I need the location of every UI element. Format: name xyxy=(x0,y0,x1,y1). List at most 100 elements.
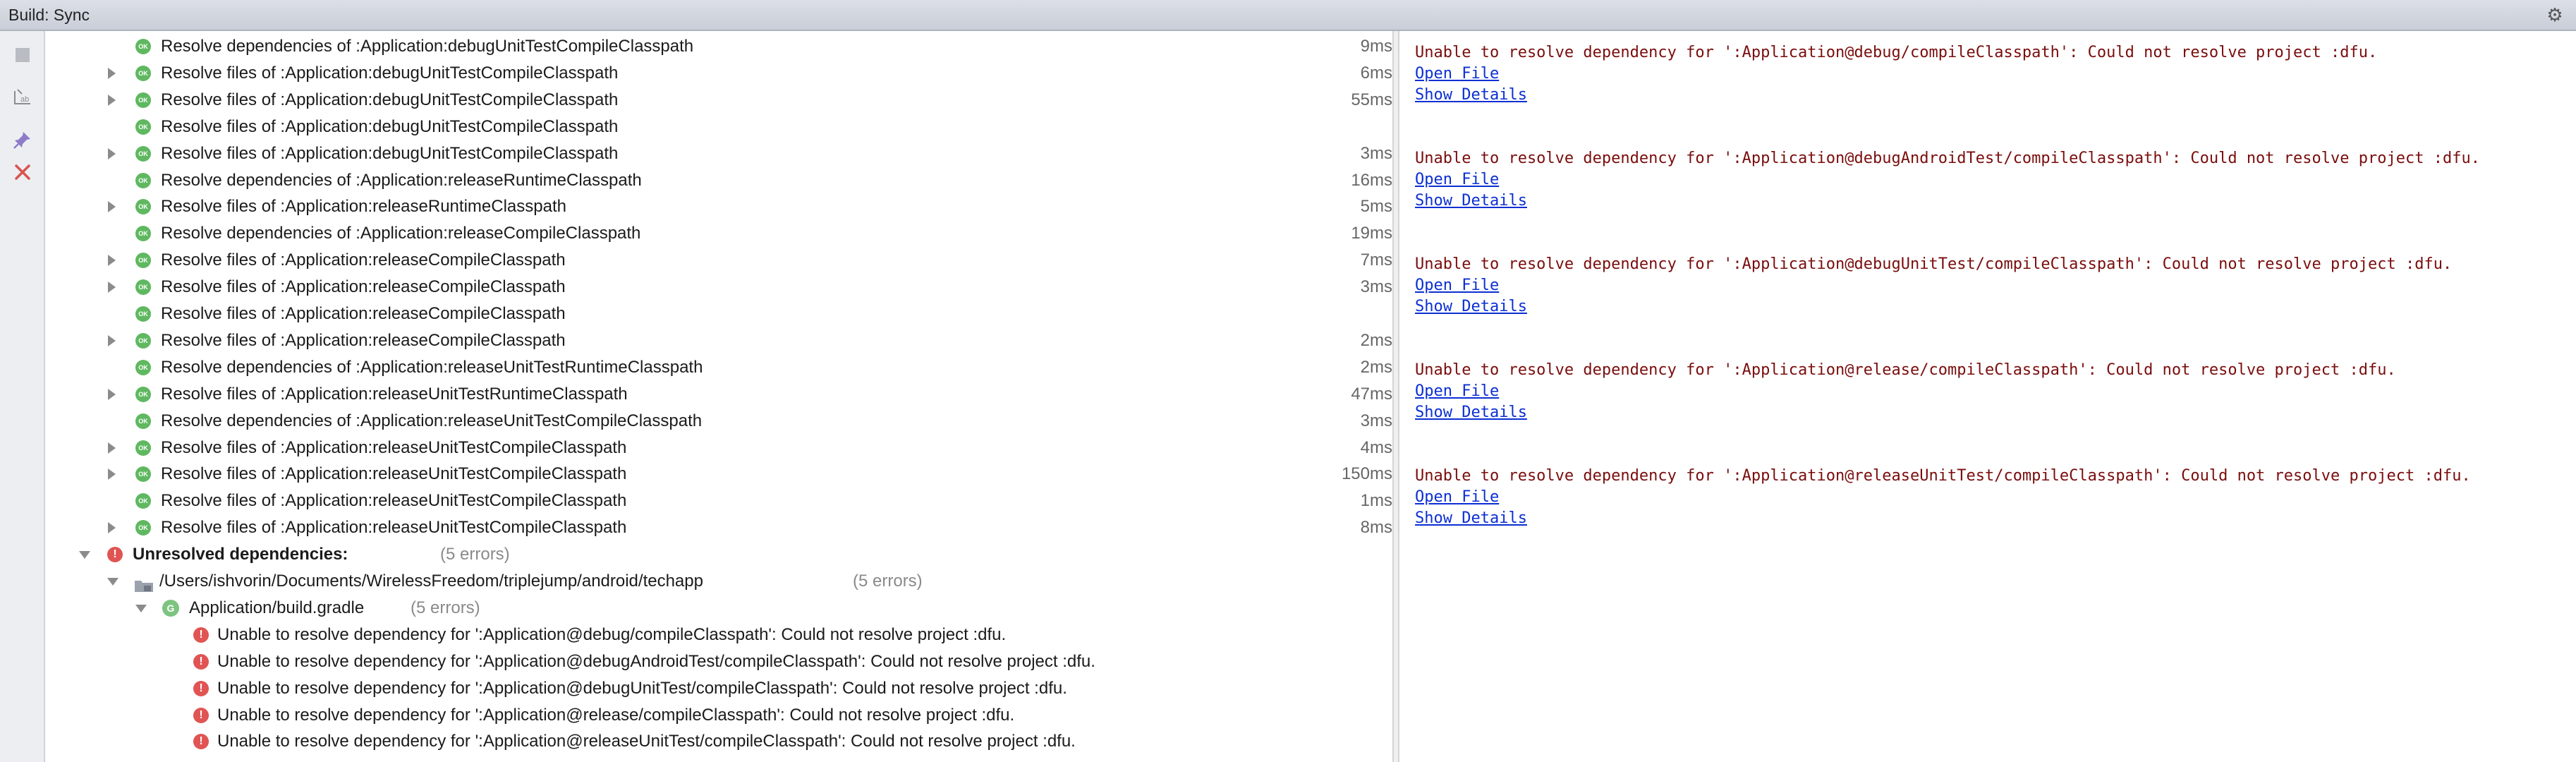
tree-row[interactable]: OK Resolve files of :Application:releaseC… xyxy=(45,301,1392,327)
expand-arrow-icon[interactable] xyxy=(108,201,116,213)
task-label: Resolve dependencies of :Application:rel… xyxy=(161,170,642,190)
tree-row[interactable]: OK Resolve files of :Application:releaseU… xyxy=(45,461,1392,488)
close-icon[interactable] xyxy=(8,158,37,186)
project-node[interactable]: /Users/ishvorin/Documents/WirelessFreedo… xyxy=(45,568,1392,595)
success-icon: OK xyxy=(135,466,151,483)
error-row[interactable]: ! Unable to resolve dependency for ':Appl… xyxy=(45,728,1392,755)
show-details-link[interactable]: Show Details xyxy=(1415,86,1527,104)
tree-row[interactable]: OK Resolve files of :Application:debugUni… xyxy=(45,87,1392,114)
show-details-line: Show Details xyxy=(1415,190,2572,212)
error-icon: ! xyxy=(193,680,209,696)
duration-label: 16ms xyxy=(1351,170,1392,190)
console-error-text: Unable to resolve dependency for ':Appli… xyxy=(1415,467,2471,485)
error-row[interactable]: ! Unable to resolve dependency for ':Appl… xyxy=(45,675,1392,702)
tree-row[interactable]: OK Resolve files of :Application:debugUni… xyxy=(45,140,1392,167)
open-file-link[interactable]: Open File xyxy=(1415,277,1499,294)
collapse-arrow-icon[interactable] xyxy=(135,604,147,612)
tree-row[interactable]: OK Resolve files of :Application:releaseU… xyxy=(45,435,1392,461)
expand-arrow-icon[interactable] xyxy=(108,442,116,454)
expand-arrow-icon[interactable] xyxy=(108,255,116,267)
show-details-line: Show Details xyxy=(1415,296,2572,318)
tree-row[interactable]: OK Resolve files of :Application:releaseC… xyxy=(45,247,1392,274)
open-file-link[interactable]: Open File xyxy=(1415,171,1499,188)
success-icon: OK xyxy=(135,332,151,349)
tree-row[interactable]: OK Resolve files of :Application:releaseR… xyxy=(45,193,1392,220)
success-icon: OK xyxy=(135,520,151,536)
error-row[interactable]: ! Unable to resolve dependency for ':Appl… xyxy=(45,648,1392,675)
console-message: Unable to resolve dependency for ':Appli… xyxy=(1415,254,2572,318)
stop-icon[interactable] xyxy=(8,41,37,69)
unresolved-node[interactable]: ! Unresolved dependencies: (5 errors) xyxy=(45,541,1392,568)
expand-arrow-icon[interactable] xyxy=(108,334,116,346)
duration-label: 3ms xyxy=(1360,411,1392,430)
success-icon: OK xyxy=(135,279,151,296)
task-label: Resolve files of :Application:releaseRun… xyxy=(161,197,566,217)
expand-arrow-icon[interactable] xyxy=(108,468,116,480)
task-label: Resolve files of :Application:debugUnitT… xyxy=(161,116,619,136)
task-label: Resolve dependencies of :Application:deb… xyxy=(161,37,694,56)
title-bar: Build: Sync ⚙ xyxy=(0,0,2576,31)
gradle-file-icon: G xyxy=(162,599,179,617)
rerun-filter-icon[interactable]: ab xyxy=(8,83,37,111)
tree-row[interactable]: OK Resolve files of :Application:releaseU… xyxy=(45,514,1392,541)
console-error-text: Unable to resolve dependency for ':Appli… xyxy=(1415,255,2453,273)
open-file-link[interactable]: Open File xyxy=(1415,488,1499,506)
tree-row[interactable]: OK Resolve dependencies of :Application:r… xyxy=(45,167,1392,194)
tree-row[interactable]: OK Resolve dependencies of :Application:r… xyxy=(45,220,1392,247)
error-row[interactable]: ! Unable to resolve dependency for ':Appl… xyxy=(45,702,1392,729)
console-error-text: Unable to resolve dependency for ':Appli… xyxy=(1415,361,2396,379)
task-label: Resolve dependencies of :Application:rel… xyxy=(161,224,641,243)
expand-arrow-icon[interactable] xyxy=(108,282,116,294)
success-icon: OK xyxy=(135,199,151,215)
show-details-line: Show Details xyxy=(1415,508,2572,529)
tree-row[interactable]: OK Resolve dependencies of :Application:d… xyxy=(45,33,1392,60)
error-message: Unable to resolve dependency for ':Appli… xyxy=(217,678,1067,698)
pin-icon[interactable] xyxy=(8,126,37,154)
collapse-arrow-icon[interactable] xyxy=(79,551,90,560)
success-icon: OK xyxy=(135,306,151,322)
tree-row[interactable]: OK Resolve files of :Application:releaseU… xyxy=(45,381,1392,408)
duration-label: 55ms xyxy=(1351,90,1392,109)
open-file-line: Open File xyxy=(1415,487,2572,508)
open-file-line: Open File xyxy=(1415,64,2572,85)
show-details-link[interactable]: Show Details xyxy=(1415,298,1527,315)
duration-label: 4ms xyxy=(1360,437,1392,457)
expand-arrow-icon[interactable] xyxy=(108,67,116,79)
splitter[interactable] xyxy=(1392,31,1399,762)
gradle-file-node[interactable]: G Application/build.gradle (5 errors) xyxy=(45,595,1392,622)
console-message: Unable to resolve dependency for ':Appli… xyxy=(1415,148,2572,212)
tree-row[interactable]: OK Resolve files of :Application:releaseC… xyxy=(45,274,1392,301)
expand-arrow-icon[interactable] xyxy=(108,94,116,106)
task-label: Resolve files of :Application:debugUnitT… xyxy=(161,63,619,83)
task-label: Resolve dependencies of :Application:rel… xyxy=(161,357,703,377)
error-message: Unable to resolve dependency for ':Appli… xyxy=(217,705,1015,725)
task-label: Resolve files of :Application:debugUnitT… xyxy=(161,90,619,109)
success-icon: OK xyxy=(135,253,151,269)
expand-arrow-icon[interactable] xyxy=(108,147,116,159)
error-row[interactable]: ! Unable to resolve dependency for ':Appl… xyxy=(45,622,1392,648)
tree-row[interactable]: OK Resolve files of :Application:releaseU… xyxy=(45,488,1392,514)
collapse-arrow-icon[interactable] xyxy=(107,578,119,586)
unresolved-label: Unresolved dependencies: xyxy=(133,545,348,564)
gradle-file-name: Application/build.gradle xyxy=(189,598,365,617)
expand-arrow-icon[interactable] xyxy=(108,522,116,534)
error-icon: ! xyxy=(193,707,209,723)
show-details-link[interactable]: Show Details xyxy=(1415,509,1527,527)
error-icon: ! xyxy=(107,547,123,563)
task-label: Resolve files of :Application:releaseCom… xyxy=(161,330,566,350)
task-label: Resolve files of :Application:releaseUni… xyxy=(161,437,627,457)
success-icon: OK xyxy=(135,172,151,188)
svg-text:ab: ab xyxy=(20,95,29,104)
gear-icon[interactable]: ⚙ xyxy=(2542,4,2568,25)
task-label: Resolve files of :Application:releaseCom… xyxy=(161,277,566,297)
tree-row[interactable]: OK Resolve dependencies of :Application:r… xyxy=(45,408,1392,435)
open-file-link[interactable]: Open File xyxy=(1415,65,1499,83)
tree-row[interactable]: OK Resolve files of :Application:debugUni… xyxy=(45,60,1392,87)
tree-row[interactable]: OK Resolve files of :Application:releaseC… xyxy=(45,327,1392,354)
expand-arrow-icon[interactable] xyxy=(108,388,116,400)
show-details-link[interactable]: Show Details xyxy=(1415,192,1527,210)
tree-row[interactable]: OK Resolve dependencies of :Application:r… xyxy=(45,354,1392,381)
tree-row[interactable]: OK Resolve files of :Application:debugUni… xyxy=(45,114,1392,140)
show-details-link[interactable]: Show Details xyxy=(1415,404,1527,421)
open-file-link[interactable]: Open File xyxy=(1415,382,1499,400)
